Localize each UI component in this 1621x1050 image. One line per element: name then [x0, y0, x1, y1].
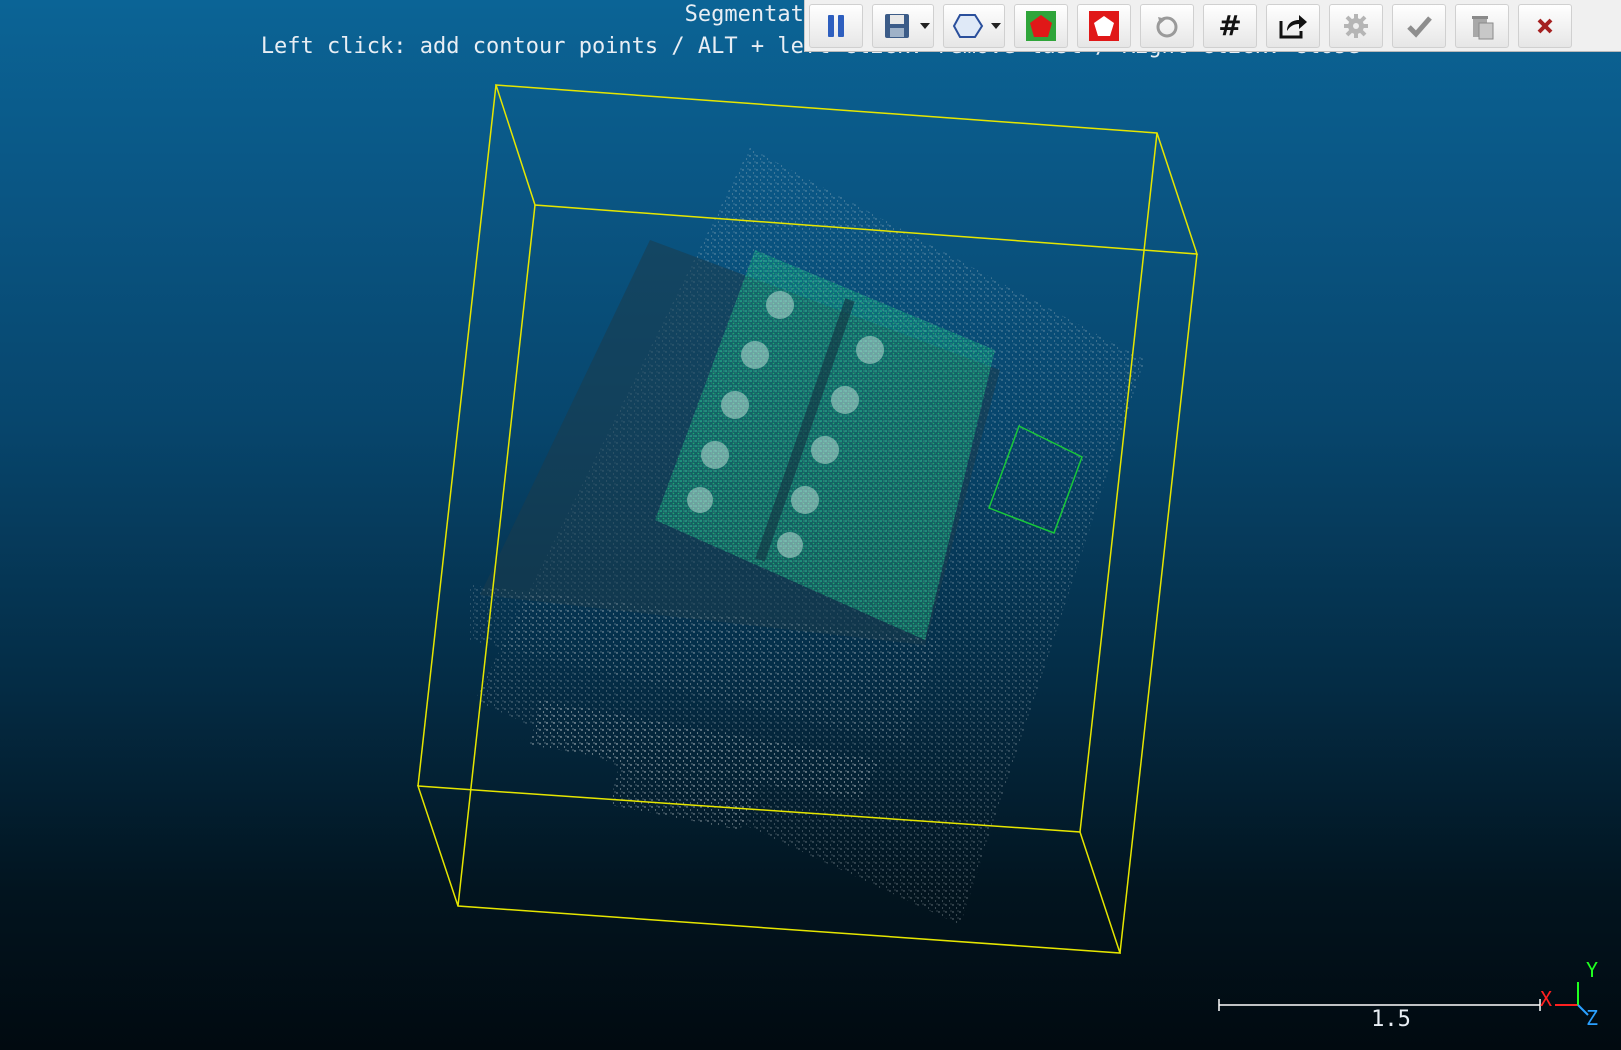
axis-y-label: Y — [1586, 958, 1599, 982]
pentagon-outline-red-icon — [1089, 10, 1119, 41]
polygon-mode-button[interactable] — [943, 3, 1005, 48]
chevron-down-icon[interactable] — [920, 22, 930, 29]
grid-button[interactable]: # — [1203, 3, 1257, 48]
export-icon — [1279, 14, 1307, 38]
gear-icon — [1344, 13, 1368, 38]
scale-bar-label: 1.5 — [1371, 1007, 1411, 1032]
axis-z-label: Z — [1586, 1006, 1599, 1030]
pause-icon — [828, 14, 844, 37]
trash-icon — [1472, 15, 1494, 39]
check-icon — [1407, 15, 1432, 38]
segment-in-button[interactable] — [1014, 3, 1068, 48]
point-cloud — [470, 148, 1145, 925]
segment-out-button[interactable] — [1077, 3, 1131, 48]
save-button[interactable] — [872, 3, 934, 48]
pause-button[interactable] — [809, 3, 863, 48]
polygon-icon — [952, 13, 984, 38]
export-button[interactable] — [1266, 3, 1320, 48]
chevron-down-icon[interactable] — [991, 22, 1001, 29]
3d-viewport[interactable] — [0, 0, 1621, 1050]
reset-icon — [1156, 16, 1178, 37]
cancel-button[interactable] — [1518, 3, 1572, 48]
confirm-button[interactable] — [1392, 3, 1446, 48]
reset-button[interactable] — [1140, 3, 1194, 48]
save-icon — [885, 13, 909, 38]
settings-button[interactable] — [1329, 3, 1383, 48]
segmentation-toolbar: # — [804, 0, 1621, 52]
axis-gizmo — [1555, 982, 1589, 1016]
pentagon-filled-red-icon — [1026, 10, 1056, 41]
close-icon — [1537, 18, 1553, 33]
delete-button[interactable] — [1455, 3, 1509, 48]
axis-x-label: X — [1540, 987, 1553, 1011]
hash-icon: # — [1218, 9, 1242, 42]
